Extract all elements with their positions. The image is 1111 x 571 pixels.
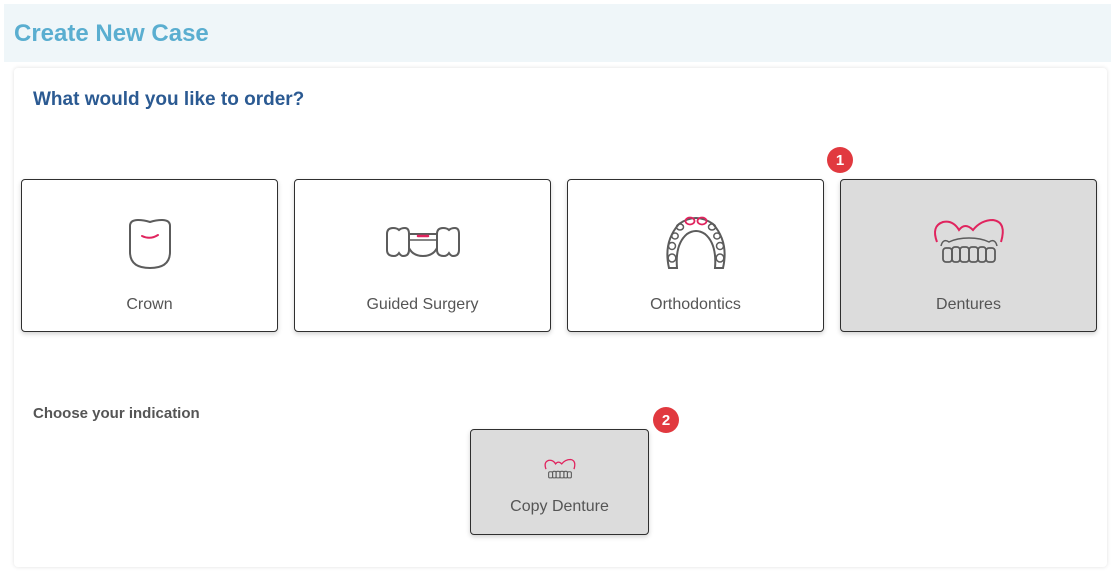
- product-label: Dentures: [936, 296, 1001, 313]
- indication-label: Copy Denture: [510, 498, 609, 515]
- product-label: Orthodontics: [650, 296, 741, 313]
- step-badge-1: 1: [827, 147, 853, 173]
- indication-card-copy-denture[interactable]: Copy Denture: [470, 429, 649, 535]
- copy-denture-icon: [543, 458, 575, 479]
- product-card-dentures[interactable]: Dentures: [840, 179, 1097, 332]
- product-card-guided-surgery[interactable]: Guided Surgery: [294, 179, 551, 332]
- crown-icon: [128, 218, 171, 270]
- product-card-crown[interactable]: Crown: [21, 179, 278, 332]
- guided-surgery-icon: [385, 226, 460, 258]
- page-title: Create New Case: [14, 20, 209, 47]
- page-header: Create New Case: [4, 4, 1111, 62]
- step-badge-2: 2: [653, 407, 679, 433]
- orthodontics-icon: [665, 216, 726, 269]
- indication-heading: Choose your indication: [33, 405, 200, 422]
- order-question: What would you like to order?: [33, 89, 305, 110]
- product-label: Crown: [126, 296, 173, 313]
- product-card-orthodontics[interactable]: Orthodontics: [567, 179, 824, 332]
- dentures-icon: [933, 218, 1004, 263]
- product-label: Guided Surgery: [366, 296, 479, 313]
